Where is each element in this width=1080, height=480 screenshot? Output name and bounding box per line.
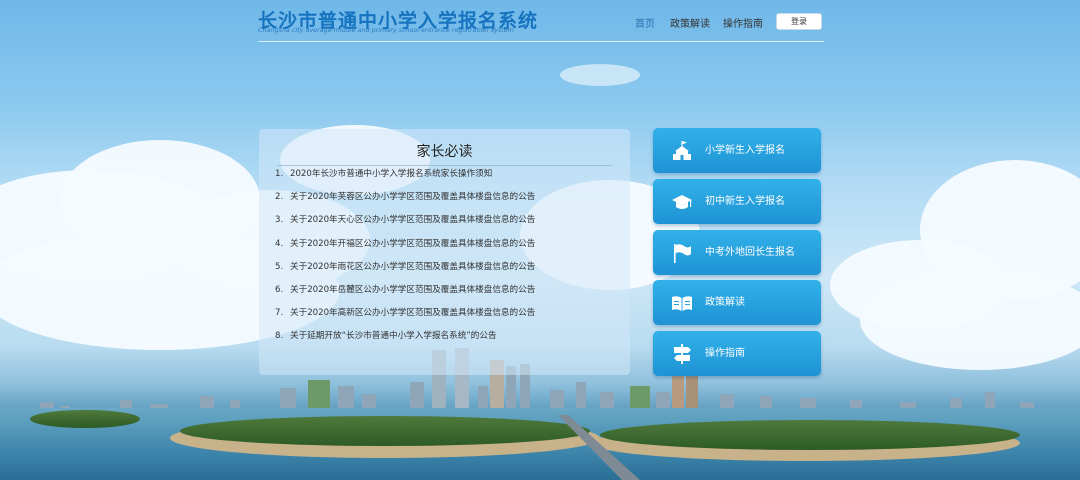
graduation-cap-icon: [672, 195, 692, 209]
notice-number: 4.: [275, 238, 284, 249]
primary-school-registration-button[interactable]: 小学新生入学报名: [653, 128, 821, 173]
entry-label: 操作指南: [705, 348, 745, 359]
notice-link[interactable]: 关于2020年芙蓉区公办小学学区范围及覆盖具体楼盘信息的公告: [290, 192, 535, 202]
entry-label: 政策解读: [705, 297, 745, 308]
entry-label: 初中新生入学报名: [705, 196, 785, 207]
notice-item[interactable]: 1. 2020年长沙市普通中小学入学报名系统家长操作须知: [275, 168, 625, 191]
notice-item[interactable]: 5. 关于2020年雨花区公办小学学区范围及覆盖具体楼盘信息的公告: [275, 261, 625, 284]
notice-item[interactable]: 2. 关于2020年芙蓉区公办小学学区范围及覆盖具体楼盘信息的公告: [275, 191, 625, 214]
bridge-icon: [558, 415, 640, 480]
notice-link[interactable]: 关于2020年开福区公办小学学区范围及覆盖具体楼盘信息的公告: [290, 239, 535, 249]
notice-panel: 家长必读 1. 2020年长沙市普通中小学入学报名系统家长操作须知 2. 关于202…: [259, 129, 630, 375]
notice-divider: [277, 165, 612, 166]
signpost-icon: [674, 344, 691, 364]
returning-student-registration-button[interactable]: 中考外地回长生报名: [653, 230, 821, 275]
open-book-icon: [672, 296, 692, 311]
notice-link[interactable]: 关于延期开放“长沙市普通中小学入学报名系统”的公告: [290, 331, 497, 341]
notice-item[interactable]: 6. 关于2020年岳麓区公办小学学区范围及覆盖具体楼盘信息的公告: [275, 284, 625, 307]
notice-item[interactable]: 8. 关于延期开放“长沙市普通中小学入学报名系统”的公告: [275, 330, 625, 353]
school-building-icon: [673, 141, 691, 160]
notice-number: 7.: [275, 308, 284, 319]
notice-number: 5.: [275, 261, 284, 272]
notice-link[interactable]: 2020年长沙市普通中小学入学报名系统家长操作须知: [290, 169, 492, 179]
notice-link[interactable]: 关于2020年岳麓区公办小学学区范围及覆盖具体楼盘信息的公告: [290, 285, 535, 295]
notice-title: 家长必读: [416, 144, 473, 160]
notice-link[interactable]: 关于2020年雨花区公办小学学区范围及覆盖具体楼盘信息的公告: [290, 262, 535, 272]
notice-item[interactable]: 4. 关于2020年开福区公办小学学区范围及覆盖具体楼盘信息的公告: [275, 238, 625, 261]
notice-link[interactable]: 关于2020年高新区公办小学学区范围及覆盖具体楼盘信息的公告: [290, 308, 535, 318]
site-header: 长沙市普通中小学入学报名系统 Changsha city average mid…: [0, 0, 1080, 42]
nav-policy[interactable]: 政策解读: [670, 15, 710, 30]
login-button[interactable]: 登录: [776, 13, 822, 30]
header-divider: [258, 41, 824, 42]
nav-home[interactable]: 首页: [635, 15, 655, 30]
notice-number: 2.: [275, 192, 284, 203]
policy-interpretation-button[interactable]: 政策解读: [653, 280, 821, 325]
notice-list: 1. 2020年长沙市普通中小学入学报名系统家长操作须知 2. 关于2020年芙蓉区…: [275, 168, 625, 354]
notice-link[interactable]: 关于2020年天心区公办小学学区范围及覆盖具体楼盘信息的公告: [290, 215, 535, 225]
entry-label: 中考外地回长生报名: [705, 247, 795, 258]
notice-number: 8.: [275, 331, 284, 342]
entry-label: 小学新生入学报名: [705, 145, 785, 156]
notice-number: 6.: [275, 284, 284, 295]
flag-icon: [674, 244, 691, 263]
notice-item[interactable]: 3. 关于2020年天心区公办小学学区范围及覆盖具体楼盘信息的公告: [275, 214, 625, 237]
notice-item[interactable]: 7. 关于2020年高新区公办小学学区范围及覆盖具体楼盘信息的公告: [275, 307, 625, 330]
notice-number: 3.: [275, 215, 284, 226]
site-subtitle: Changsha city average middle and primary…: [258, 26, 514, 34]
nav-guide[interactable]: 操作指南: [723, 15, 763, 30]
operation-guide-button[interactable]: 操作指南: [653, 331, 821, 376]
notice-number: 1.: [275, 169, 284, 179]
middle-school-registration-button[interactable]: 初中新生入学报名: [653, 179, 821, 224]
